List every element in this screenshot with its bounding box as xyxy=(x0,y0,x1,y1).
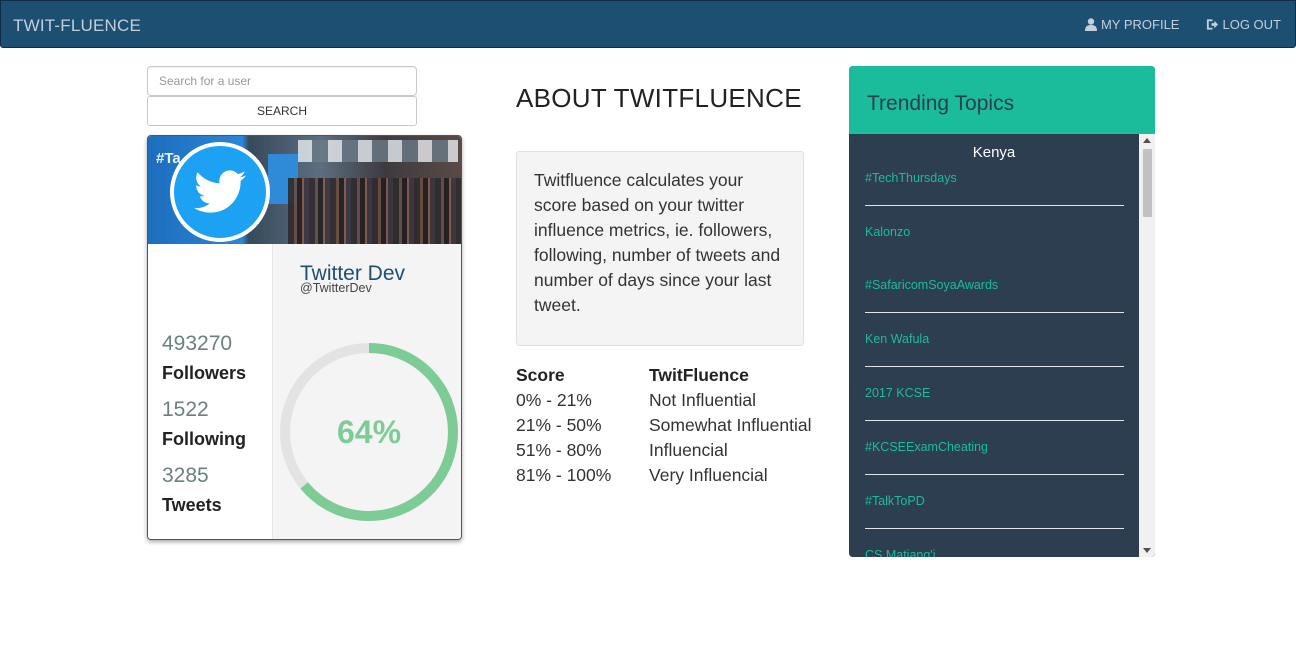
avatar xyxy=(170,142,270,242)
my-profile-label: MY PROFILE xyxy=(1100,17,1180,32)
about-title: ABOUT TWITFLUENCE xyxy=(516,83,802,113)
score-rating: Not Influential xyxy=(649,390,757,410)
my-profile-link[interactable]: MY PROFILE xyxy=(1084,17,1180,32)
trending-country: Kenya xyxy=(972,144,1016,161)
tweets-count: 3285 xyxy=(162,464,209,487)
profile-handle: @TwitterDev xyxy=(300,281,372,295)
trending-topic-link[interactable]: Ken Wafula xyxy=(865,332,1124,346)
profile-details: Twitter Dev @TwitterDev 64% xyxy=(273,244,461,539)
score-header: Score xyxy=(516,365,565,385)
user-icon xyxy=(1084,18,1097,31)
trending-topic-link[interactable]: Kalonzo xyxy=(865,225,1124,239)
score-rating: Somewhat Influential xyxy=(649,415,812,435)
divider xyxy=(865,366,1124,367)
trending-list[interactable]: Kenya #TechThursdays Kalonzo #SafaricomS… xyxy=(849,134,1155,557)
score-row: 0% - 21% Not Influential xyxy=(516,388,811,413)
about-description: Twitfluence calculates your score based … xyxy=(516,151,804,346)
tweets-label: Tweets xyxy=(162,495,222,515)
trending-title: Trending Topics xyxy=(867,92,1015,115)
profile-card: #Ta 493270 Followers 1522 Following 3285… xyxy=(147,135,462,540)
score-table: Score TwitFluence 0% - 21% Not Influenti… xyxy=(516,363,811,488)
score-table-header: Score TwitFluence xyxy=(516,363,811,388)
navbar: TWIT-FLUENCE MY PROFILE LOG OUT xyxy=(0,0,1296,48)
log-out-label: LOG OUT xyxy=(1222,17,1281,32)
trending-topic-link[interactable]: #TechThursdays xyxy=(865,171,1124,185)
score-range: 21% - 50% xyxy=(516,415,602,435)
divider xyxy=(865,205,1124,206)
brand-link[interactable]: TWIT-FLUENCE xyxy=(13,16,141,36)
banner-crowd xyxy=(288,178,461,244)
stats-column: 493270 Followers 1522 Following 3285 Twe… xyxy=(148,244,273,539)
search-button[interactable]: SEARCH xyxy=(147,96,417,126)
followers-count: 493270 xyxy=(162,332,233,355)
score-row: 51% - 80% Influencial xyxy=(516,438,811,463)
influence-score-value: 64% xyxy=(336,413,402,450)
banner-lights xyxy=(298,140,458,162)
scroll-thumb[interactable] xyxy=(1143,149,1152,217)
log-out-link[interactable]: LOG OUT xyxy=(1206,17,1281,32)
trending-topic-link[interactable]: #SafaricomSoyaAwards xyxy=(865,278,1124,292)
score-rating: Influencial xyxy=(649,440,728,460)
log-out-icon xyxy=(1207,19,1219,30)
score-range: 81% - 100% xyxy=(516,465,612,485)
trending-scrollbar[interactable] xyxy=(1139,134,1155,557)
trending-topic-link[interactable]: #TalkToPD xyxy=(865,494,1124,508)
divider xyxy=(865,474,1124,475)
score-row: 81% - 100% Very Influencial xyxy=(516,463,811,488)
following-label: Following xyxy=(162,429,246,449)
score-range: 0% - 21% xyxy=(516,390,592,410)
score-range: 51% - 80% xyxy=(516,440,602,460)
followers-label: Followers xyxy=(162,363,247,383)
divider xyxy=(865,528,1124,529)
profile-banner-image: #Ta xyxy=(148,136,461,244)
twitfluence-header: TwitFluence xyxy=(649,365,749,385)
search-input[interactable] xyxy=(147,66,417,96)
trending-topic-link[interactable]: #KCSEExamCheating xyxy=(865,440,1124,454)
trending-topic-link[interactable]: CS Matiang'i xyxy=(865,548,1124,557)
trending-topic-link[interactable]: 2017 KCSE xyxy=(865,386,1124,400)
score-rating: Very Influencial xyxy=(649,465,768,485)
scroll-up-arrow-icon[interactable] xyxy=(1143,138,1151,143)
divider xyxy=(865,420,1124,421)
twitter-bird-icon xyxy=(194,170,246,213)
trending-panel: Trending Topics Kenya #TechThursdays Kal… xyxy=(849,66,1155,557)
divider xyxy=(865,312,1124,313)
scroll-down-arrow-icon[interactable] xyxy=(1143,548,1151,553)
trending-header: Trending Topics xyxy=(849,66,1155,134)
following-count: 1522 xyxy=(162,398,209,421)
score-row: 21% - 50% Somewhat Influential xyxy=(516,413,811,438)
nav-right: MY PROFILE LOG OUT xyxy=(1084,17,1281,32)
